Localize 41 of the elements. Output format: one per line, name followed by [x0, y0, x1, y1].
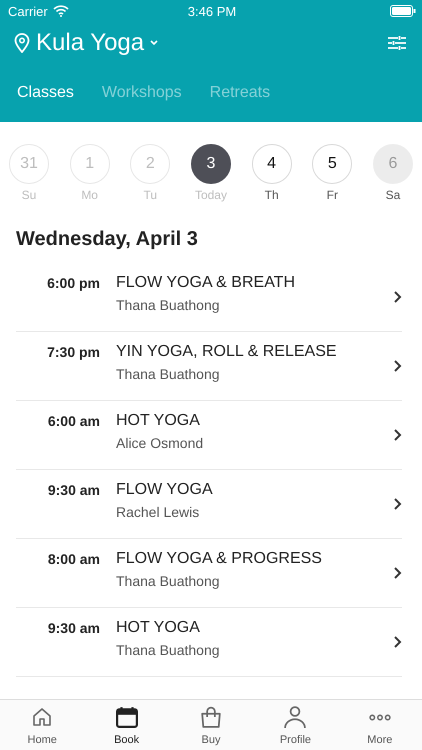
class-time: 9:30 am	[46, 482, 100, 498]
teacher-name: Rachel Lewis	[116, 504, 200, 520]
more-icon	[368, 714, 391, 720]
chevron-icon[interactable]	[393, 635, 402, 649]
teacher-name: Thana Buathong	[116, 366, 221, 382]
teacher-name: Thana Buathong	[116, 642, 221, 658]
chevron-icon[interactable]	[393, 566, 402, 580]
carrier-label: Carrier	[8, 4, 48, 18]
tab-bar-item[interactable]: Buy	[168, 700, 254, 750]
filter-icon[interactable]	[388, 35, 406, 51]
class-name[interactable]: HOT YOGA	[116, 412, 393, 430]
class-name[interactable]: FLOW YOGA & BREATH	[116, 274, 393, 292]
tab-bar-item[interactable]: More	[338, 700, 422, 750]
bag-icon	[201, 706, 222, 728]
tab-bar-item[interactable]: Profile	[253, 700, 338, 750]
chevron-icon[interactable]	[393, 290, 402, 304]
wifi-icon	[52, 5, 69, 17]
class-name[interactable]: FLOW YOGA	[116, 481, 393, 499]
class-time: 8:00 am	[46, 551, 100, 567]
chevron-icon[interactable]	[393, 428, 402, 442]
class-name[interactable]: HOT YOGA	[116, 619, 393, 637]
teacher-name: Thana Buathong	[116, 297, 221, 313]
teacher-name: Thana Buathong	[116, 573, 221, 589]
class-name[interactable]: FLOW YOGA & PROGRESS	[116, 550, 393, 568]
chevron-icon[interactable]	[393, 497, 402, 511]
clock-time: 3:46 PM	[188, 4, 236, 18]
tab-bar-item[interactable]: Home	[0, 700, 84, 750]
tab-bar-item[interactable]: Book	[84, 700, 169, 750]
class-time: 6:00 am	[46, 413, 100, 429]
teacher-name: Alice Osmond	[116, 435, 204, 451]
location-pin-icon	[14, 33, 30, 53]
battery-icon	[390, 5, 416, 17]
person-icon	[284, 706, 306, 728]
class-time: 7:30 pm	[46, 344, 100, 360]
caret-icon	[150, 40, 158, 46]
chevron-icon[interactable]	[393, 359, 402, 373]
class-name[interactable]: YIN YOGA, ROLL & RELEASE	[116, 343, 393, 361]
class-time: 6:00 pm	[46, 275, 100, 291]
date-heading: Wednesday, April 3	[16, 228, 199, 251]
class-time: 9:30 am	[46, 620, 100, 636]
calendar-icon	[116, 706, 138, 728]
